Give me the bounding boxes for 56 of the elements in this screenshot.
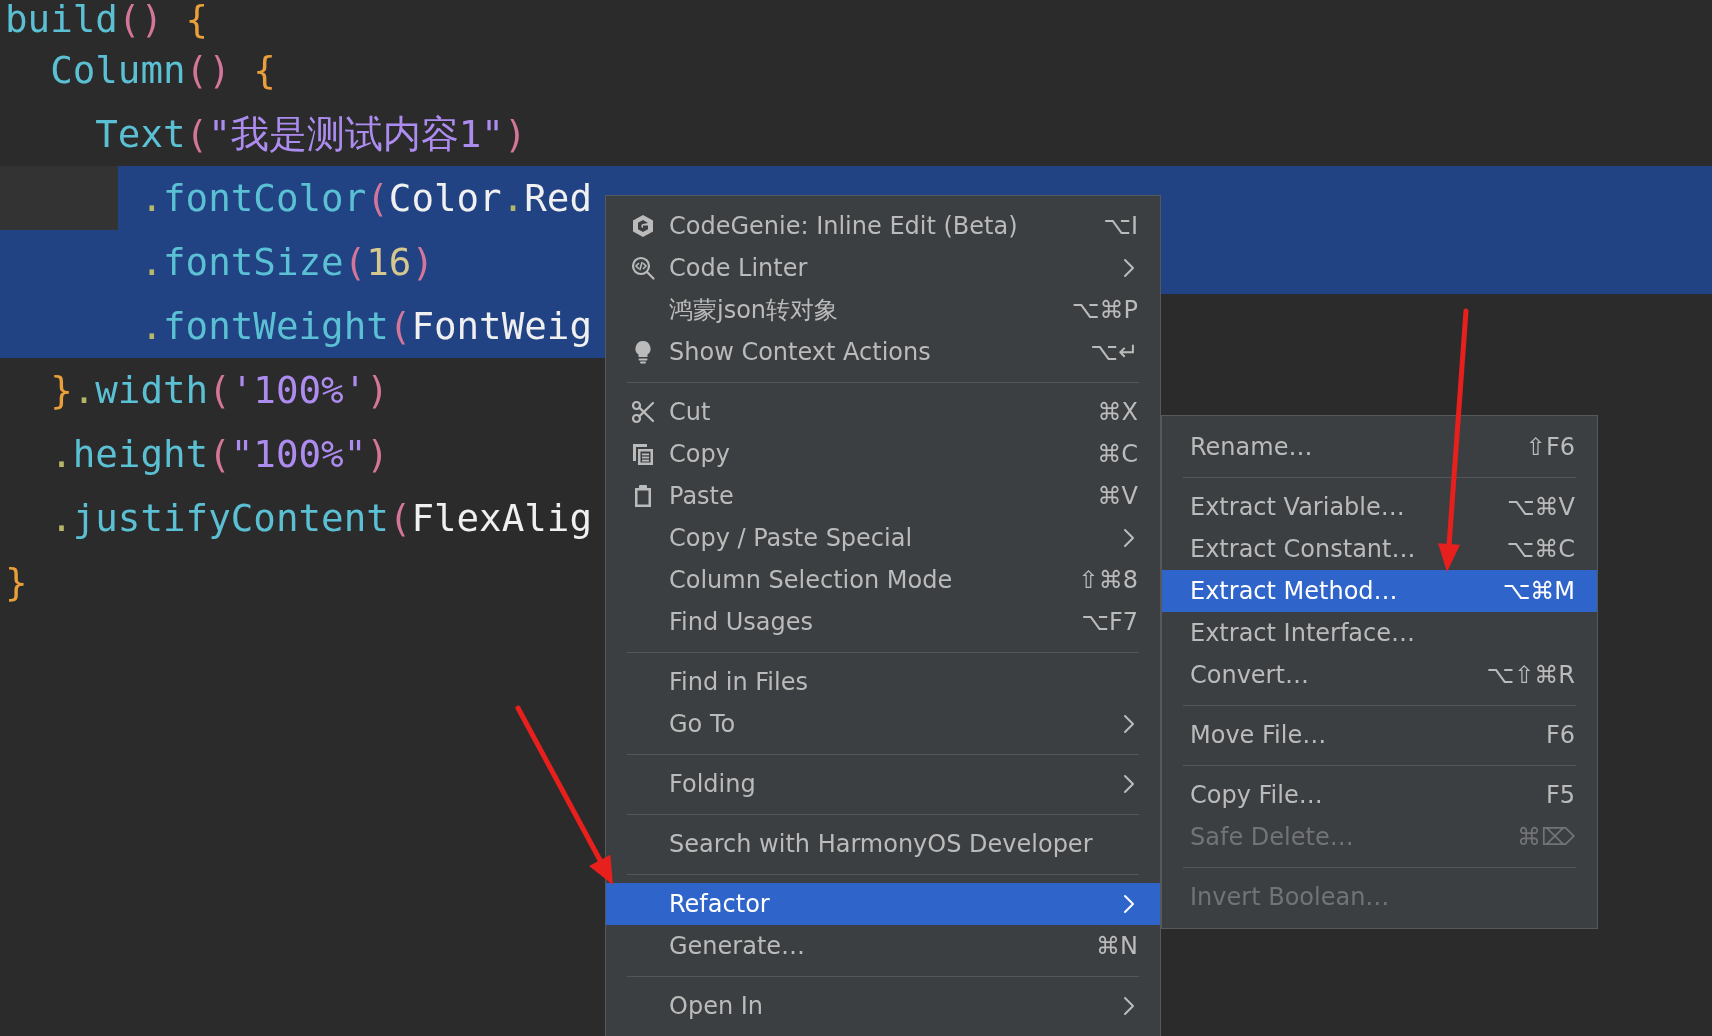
code-line: .fontColor(Color.Red [140, 175, 592, 221]
keyboard-shortcut: ⌘C [1096, 440, 1138, 468]
menu-item[interactable]: Folding [606, 763, 1160, 805]
menu-item[interactable]: Copy ⌘C [606, 433, 1160, 475]
keyboard-shortcut: F6 [1544, 721, 1575, 749]
menu-item[interactable]: Convert… ⌥⇧⌘R [1162, 654, 1597, 696]
keyboard-shortcut: ⌘⌦ [1516, 823, 1575, 851]
menu-item[interactable]: Extract Method… ⌥⌘M [1162, 570, 1597, 612]
menu-item[interactable]: Copy File… F5 [1162, 774, 1597, 816]
code-line: build() { [5, 0, 209, 38]
menu-item[interactable]: Move File… F6 [1162, 714, 1597, 756]
keyboard-shortcut: ⌘N [1095, 932, 1138, 960]
code-line: .fontWeight(FontWeig [140, 303, 592, 349]
keyboard-shortcut: ⌥⌘M [1501, 577, 1575, 605]
keyboard-shortcut: ⌘V [1096, 482, 1138, 510]
code-line: Column() { [50, 47, 276, 93]
menu-item[interactable]: Show Context Actions ⌥↵ [606, 331, 1160, 373]
menu-item[interactable]: Code Linter [606, 247, 1160, 289]
keyboard-shortcut: ⌥⌘P [1070, 296, 1138, 324]
menu-item[interactable]: Find in Files [606, 661, 1160, 703]
keyboard-shortcut: ⇧F6 [1524, 433, 1575, 461]
code-line: }.width('100%') [50, 367, 389, 413]
menu-item[interactable]: Refactor [606, 883, 1160, 925]
menu-item[interactable]: Extract Constant… ⌥⌘C [1162, 528, 1597, 570]
menu-item[interactable]: Column Selection Mode ⇧⌘8 [606, 559, 1160, 601]
scissors-icon [631, 400, 655, 424]
keyboard-shortcut: F5 [1544, 781, 1575, 809]
code-line: Text("我是测试内容1") [95, 111, 527, 157]
code-line: .height("100%") [50, 431, 389, 477]
menu-item[interactable]: 鸿蒙json转对象 ⌥⌘P [606, 289, 1160, 331]
keyboard-shortcut: ⌥I [1102, 212, 1138, 240]
menu-item[interactable]: Rename… ⇧F6 [1162, 426, 1597, 468]
keyboard-shortcut: ⌥↵ [1089, 338, 1138, 366]
code-line: .fontSize(16) [140, 239, 434, 285]
menu-item[interactable]: Find Usages ⌥F7 [606, 601, 1160, 643]
keyboard-shortcut: ⌥⌘V [1505, 493, 1575, 521]
menu-item[interactable]: Copy / Paste Special [606, 517, 1160, 559]
code-line: } [5, 559, 28, 605]
menu-item[interactable]: Extract Interface… [1162, 612, 1597, 654]
menu-item[interactable]: Go To [606, 703, 1160, 745]
hexagon-logo-icon [631, 214, 655, 238]
menu-item[interactable]: Extract Variable… ⌥⌘V [1162, 486, 1597, 528]
keyboard-shortcut: ⇧⌘8 [1077, 566, 1138, 594]
keyboard-shortcut: ⌥F7 [1080, 608, 1138, 636]
menu-item[interactable]: Open In [606, 985, 1160, 1027]
keyboard-shortcut: ⌘X [1096, 398, 1138, 426]
keyboard-shortcut: ⌥⌘C [1505, 535, 1575, 563]
menu-item[interactable]: CodeGenie: Inline Edit (Beta) ⌥I [606, 205, 1160, 247]
menu-item[interactable]: Generate… ⌘N [606, 925, 1160, 967]
code-search-icon [631, 256, 655, 280]
menu-item[interactable]: Paste ⌘V [606, 475, 1160, 517]
menu-item[interactable]: Cut ⌘X [606, 391, 1160, 433]
code-line: .justifyContent(FlexAlig [50, 495, 592, 541]
keyboard-shortcut: ⌥⇧⌘R [1485, 661, 1575, 689]
menu-item[interactable]: Search with HarmonyOS Developer [606, 823, 1160, 865]
copy-icon [631, 442, 655, 466]
